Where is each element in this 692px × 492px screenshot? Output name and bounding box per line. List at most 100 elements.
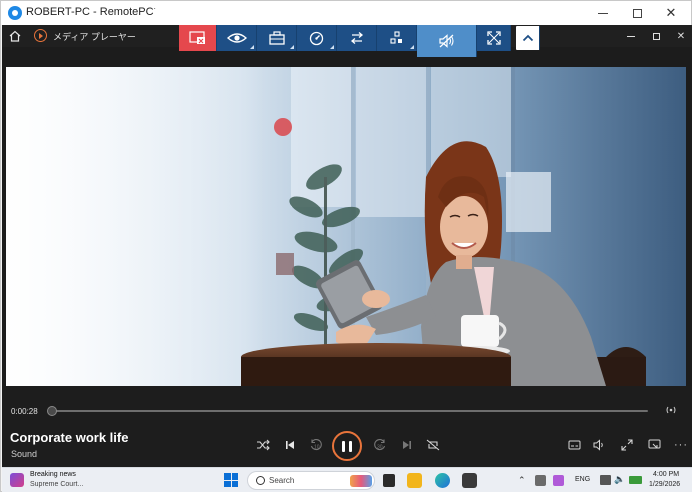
gauge-icon (309, 31, 324, 45)
caret-icon (250, 45, 254, 49)
remotepc-toolbar (179, 25, 540, 57)
skip-next-icon (403, 441, 411, 449)
seek-bar[interactable] (52, 410, 648, 412)
svg-text:30: 30 (377, 445, 383, 451)
close-button[interactable]: ✕ (654, 1, 688, 25)
search-highlight-icon (350, 475, 372, 487)
start-button[interactable] (224, 473, 238, 487)
remote-screen[interactable]: メディア プレーヤー ✕ 0:00:28 Corporate work life… (2, 25, 692, 467)
minimize-icon (598, 12, 608, 14)
file-explorer-icon[interactable] (407, 473, 422, 488)
tray-overflow-icon[interactable]: ⌃ (518, 475, 526, 486)
rewind-10-icon: 10 (310, 439, 322, 451)
media-player-title: メディア プレーヤー (53, 32, 136, 42)
transfer-arrows-icon (350, 32, 363, 44)
tray-pen-icon[interactable] (553, 475, 564, 486)
remotepc-window: ROBERT-PC - RemotePC˙ ✕ メディア プレーヤー ✕ 0:0… (0, 0, 692, 492)
language-indicator[interactable]: ENG (575, 476, 590, 483)
previous-button[interactable] (282, 437, 298, 453)
miniplayer-icon (648, 439, 660, 449)
seek-thumb[interactable] (47, 406, 57, 416)
caret-icon (410, 45, 414, 49)
battery-icon[interactable] (629, 476, 642, 484)
toolbar-view-button[interactable] (217, 25, 257, 51)
search-icon (256, 476, 265, 485)
play-pause-button[interactable] (332, 431, 362, 461)
speaker-icon[interactable]: 🔈 (614, 474, 625, 485)
captions-button[interactable] (566, 437, 582, 453)
grid-icon (389, 31, 402, 44)
expand-icon (486, 31, 501, 45)
tray-app-icon[interactable] (535, 475, 546, 486)
captions-icon (568, 440, 580, 450)
clock-time[interactable]: 4:00 PM (653, 471, 679, 478)
search-placeholder: Search (269, 476, 295, 485)
home-icon[interactable] (8, 29, 22, 43)
window-titlebar: ROBERT-PC - RemotePC˙ ✕ (1, 1, 691, 25)
toolbar-transfer-button[interactable] (337, 25, 377, 51)
speaker-muted-icon (438, 34, 454, 48)
skip-previous-icon (286, 441, 294, 449)
close-icon: ✕ (665, 5, 677, 20)
close-icon: ✕ (676, 30, 686, 42)
video-frame[interactable] (6, 67, 686, 386)
forward-30-icon: 30 (374, 439, 386, 451)
player-controls: 0:00:28 Corporate work life Sound 10 30 … (2, 386, 692, 467)
news-subtitle[interactable]: Supreme Court... (30, 481, 83, 488)
toolbar-actions-button[interactable] (257, 25, 297, 51)
fullscreen-button[interactable] (619, 437, 635, 453)
cast-icon[interactable] (666, 405, 676, 415)
network-icon[interactable] (600, 475, 611, 485)
rewind-10-button[interactable]: 10 (308, 437, 324, 453)
chevron-up-icon (522, 34, 533, 42)
toolbar-disconnect-button[interactable] (179, 25, 217, 51)
edge-browser-icon[interactable] (435, 473, 450, 488)
news-widget-icon[interactable] (10, 473, 24, 487)
toolbox-icon (268, 31, 285, 45)
screen-close-icon (188, 31, 205, 44)
more-options-button[interactable]: ··· (673, 437, 689, 453)
repeat-off-icon (426, 439, 440, 451)
current-time: 0:00:28 (11, 407, 38, 416)
eye-icon (226, 33, 247, 43)
toolbar-collapse-button[interactable] (516, 26, 540, 50)
toolbar-sound-button[interactable] (417, 25, 477, 57)
toolbar-apps-button[interactable] (377, 25, 417, 51)
next-button[interactable] (399, 437, 415, 453)
maximize-button[interactable] (620, 1, 654, 25)
shuffle-button[interactable] (255, 437, 271, 453)
maximize-icon (632, 8, 642, 18)
volume-icon (593, 439, 603, 451)
minimize-button[interactable] (586, 1, 620, 25)
remotepc-logo-icon (8, 6, 22, 20)
pause-icon (342, 440, 345, 452)
svg-text:10: 10 (314, 445, 320, 451)
volume-button[interactable] (591, 437, 607, 453)
toolbar-fullscreen-button[interactable] (477, 25, 511, 51)
more-icon: ··· (674, 439, 688, 451)
remote-minimize-button[interactable] (622, 28, 640, 44)
store-icon[interactable] (462, 473, 477, 488)
caret-icon (330, 45, 334, 49)
maximize-icon (652, 32, 660, 40)
forward-30-button[interactable]: 30 (372, 437, 388, 453)
clock-date[interactable]: 1/29/2026 (649, 481, 680, 488)
miniplayer-button[interactable] (646, 437, 662, 453)
taskbar-search[interactable]: Search (247, 471, 375, 490)
video-image (6, 67, 686, 386)
taskbar: Breaking news Supreme Court... Search ⌃ … (2, 467, 692, 492)
news-title[interactable]: Breaking news (30, 471, 76, 478)
fullscreen-icon (621, 439, 633, 451)
track-title: Corporate work life (10, 430, 129, 445)
repeat-button[interactable] (425, 437, 441, 453)
track-subtitle: Sound (11, 449, 38, 459)
task-view-icon[interactable] (383, 474, 395, 487)
minimize-icon (627, 35, 635, 37)
remote-close-button[interactable]: ✕ (672, 28, 690, 44)
media-player-logo-icon (34, 29, 47, 42)
remote-maximize-button[interactable] (647, 28, 665, 44)
caret-icon (290, 45, 294, 49)
window-title: ROBERT-PC - RemotePC˙ (26, 6, 157, 18)
toolbar-performance-button[interactable] (297, 25, 337, 51)
shuffle-icon (257, 439, 270, 451)
